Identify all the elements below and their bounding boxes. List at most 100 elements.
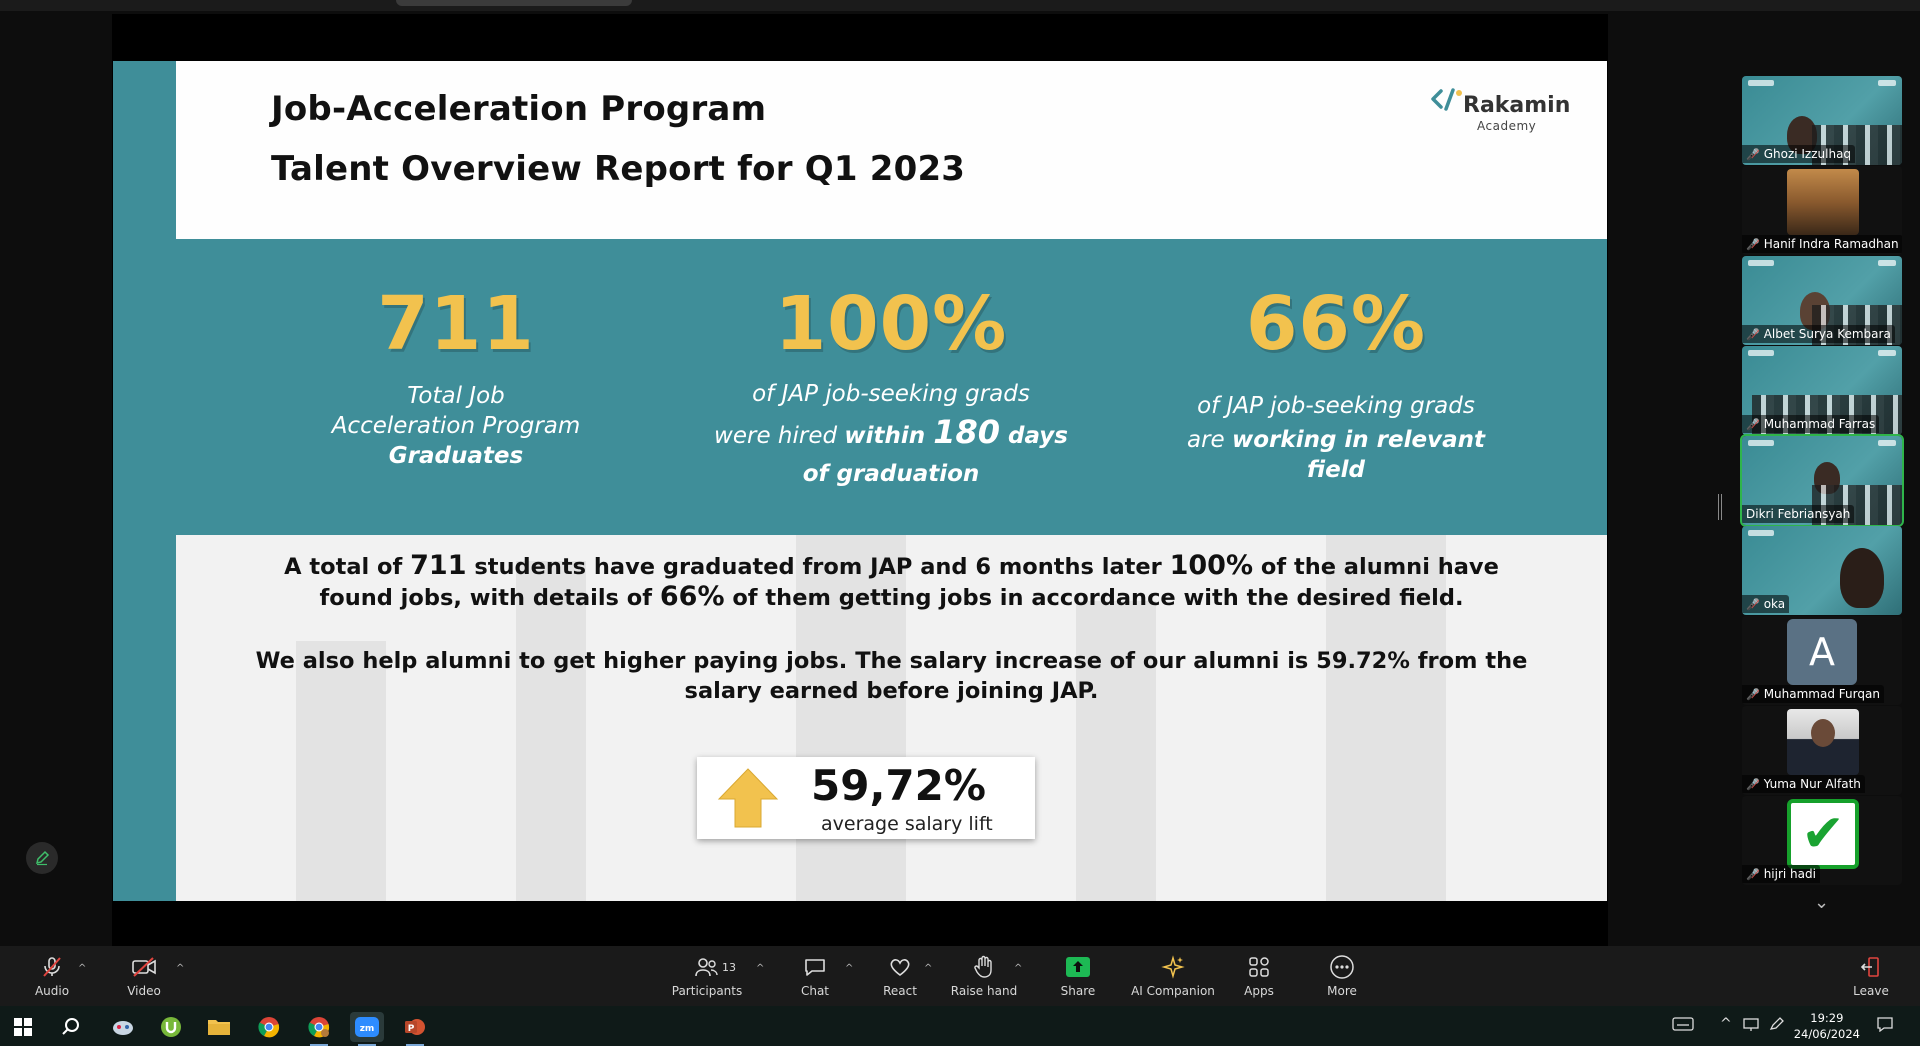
video-options-caret[interactable]: ^ xyxy=(176,963,184,974)
share-button[interactable]: Share xyxy=(1060,946,1096,1006)
participant-tile[interactable]: ✔ 🎤̸ hijri hadi xyxy=(1742,796,1902,885)
game-app-icon[interactable] xyxy=(106,1012,140,1042)
stat-desc-line: are working in relevant xyxy=(1156,423,1516,457)
participants-options-caret[interactable]: ^ xyxy=(756,963,764,974)
taskbar-clock[interactable]: 19:29 24/06/2024 xyxy=(1794,1010,1860,1042)
stat-desc-text: were hired xyxy=(714,423,845,449)
participant-gallery: 🎤̸ Ghozi Izzulhaq 🎤̸ Hanif Indra Ramadhan … xyxy=(1740,74,1904,886)
react-button[interactable]: React xyxy=(882,946,918,1006)
participant-tile[interactable]: 🎤̸ Ghozi Izzulhaq xyxy=(1742,76,1902,165)
more-button[interactable]: More xyxy=(1326,946,1358,1006)
summary-text: students have graduated from JAP and 6 m… xyxy=(466,554,1170,580)
clock-time: 19:29 xyxy=(1810,1011,1844,1025)
chat-options-caret[interactable]: ^ xyxy=(845,963,853,974)
search-icon[interactable] xyxy=(54,1012,88,1042)
summary-line: found jobs, with details of 66% of them … xyxy=(176,582,1607,613)
meeting-toolbar: Audio ^ Video ^ Participants 13 ^ Chat ^ xyxy=(0,946,1920,1006)
participants-label: Participants xyxy=(671,984,743,998)
zoom-app-icon[interactable]: zm xyxy=(350,1012,384,1046)
gallery-scroll-down-icon[interactable]: ⌄ xyxy=(1814,892,1829,913)
utorrent-icon[interactable] xyxy=(154,1012,188,1042)
more-label: More xyxy=(1327,984,1357,998)
leave-label: Leave xyxy=(1853,984,1889,998)
video-label: Video xyxy=(127,984,161,998)
summary-text: of the alumni have xyxy=(1253,554,1499,580)
more-dots-icon xyxy=(1328,954,1356,980)
logo-name: Rakamin xyxy=(1463,93,1571,118)
participant-name-label: 🎤̸ Ghozi Izzulhaq xyxy=(1742,145,1856,163)
chat-button[interactable]: Chat xyxy=(800,946,830,1006)
presentation-slide: Job-Acceleration Program Talent Overview… xyxy=(113,61,1607,901)
stat-desc-bold: working in relevant xyxy=(1232,427,1485,453)
participant-name-label: 🎤̸ Muhammad Farras xyxy=(1742,415,1880,433)
slide-thumb-title xyxy=(1748,530,1774,536)
rakamin-logo: Rakamin Academy xyxy=(1429,87,1579,135)
participant-tile[interactable]: A 🎤̸ Muhammad Furqan xyxy=(1742,616,1902,705)
mic-muted-icon: 🎤̸ xyxy=(1746,597,1760,611)
file-explorer-icon[interactable] xyxy=(202,1012,236,1042)
summary-text: A total of xyxy=(284,554,411,580)
slide-title: Job-Acceleration Program xyxy=(271,89,767,129)
heart-icon xyxy=(886,954,914,980)
notifications-icon[interactable] xyxy=(1876,1016,1894,1036)
audio-button[interactable]: Audio xyxy=(32,946,72,1006)
salary-line: We also help alumni to get higher paying… xyxy=(255,648,1528,674)
view-tab-pill[interactable] xyxy=(396,0,632,6)
chrome-profile-icon[interactable] xyxy=(302,1012,336,1046)
participant-tile[interactable]: 🎤̸ oka xyxy=(1742,526,1902,615)
stat-desc-line: of JAP job-seeking grads xyxy=(1197,393,1475,419)
powerpoint-icon[interactable]: P xyxy=(398,1012,432,1046)
zoom-meeting-window: Job-Acceleration Program Talent Overview… xyxy=(0,0,1920,1046)
audio-options-caret[interactable]: ^ xyxy=(78,963,86,974)
video-button[interactable]: Video xyxy=(124,946,164,1006)
summary-paragraph: A total of 711 students have graduated f… xyxy=(176,551,1607,613)
slide-thumb-logo xyxy=(1878,440,1896,446)
stat-desc-line: Graduates xyxy=(388,443,524,469)
participant-tile[interactable]: 🎤̸ Muhammad Farras xyxy=(1742,346,1902,435)
chrome-icon[interactable] xyxy=(252,1012,286,1042)
stat-description: Total Job Acceleration Program Graduates xyxy=(306,381,606,471)
windows-start-icon[interactable] xyxy=(6,1012,40,1042)
participant-photo xyxy=(1787,169,1859,235)
pencil-icon xyxy=(35,850,50,866)
stats-band: 711 Total Job Acceleration Program Gradu… xyxy=(176,239,1607,535)
raise-hand-button[interactable]: Raise hand xyxy=(951,946,1017,1006)
slide-thumb-title xyxy=(1748,80,1774,86)
summary-number: 100% xyxy=(1169,550,1254,581)
leave-button[interactable]: Leave xyxy=(1853,946,1889,1006)
ai-companion-button[interactable]: AI Companion xyxy=(1131,946,1215,1006)
raise-hand-options-caret[interactable]: ^ xyxy=(1014,963,1022,974)
network-icon[interactable] xyxy=(1742,1016,1760,1036)
apps-label: Apps xyxy=(1244,984,1274,998)
pen-tray-icon[interactable] xyxy=(1768,1016,1786,1036)
participant-tile-active-speaker[interactable]: Dikri Febriansyah xyxy=(1740,434,1904,527)
svg-text:P: P xyxy=(408,1024,415,1034)
apps-icon xyxy=(1245,954,1273,980)
summary-text: found jobs, with details of xyxy=(319,585,660,611)
stat-desc-line: of graduation xyxy=(802,461,980,487)
participants-button[interactable]: Participants xyxy=(672,946,742,1006)
stat-desc-number: 180 xyxy=(933,413,1000,451)
participants-icon xyxy=(693,954,721,980)
stat-desc-bold: within xyxy=(844,423,934,449)
annotate-pencil-button[interactable] xyxy=(26,842,58,874)
leave-icon xyxy=(1857,954,1885,980)
mic-muted-icon: 🎤̸ xyxy=(1746,147,1760,161)
react-options-caret[interactable]: ^ xyxy=(924,963,932,974)
react-label: React xyxy=(883,984,917,998)
tray-chevron-up-icon[interactable]: ^ xyxy=(1720,1016,1732,1032)
share-screen-icon xyxy=(1064,954,1092,980)
apps-button[interactable]: Apps xyxy=(1244,946,1274,1006)
participant-tile[interactable]: 🎤̸ Albet Surya Kembara xyxy=(1742,256,1902,345)
mic-muted-icon: 🎤̸ xyxy=(1746,327,1760,341)
mic-muted-icon: 🎤̸ xyxy=(1746,687,1760,701)
panel-splitter-handle[interactable] xyxy=(1718,494,1722,520)
share-label: Share xyxy=(1060,984,1096,998)
stat-desc-line: Acceleration Program xyxy=(331,413,581,439)
slide-thumb-logo xyxy=(1878,80,1896,86)
participant-name: Muhammad Furqan xyxy=(1763,687,1880,701)
participant-tile[interactable]: 🎤̸ Yuma Nur Alfath xyxy=(1742,706,1902,795)
keyboard-layout-icon[interactable] xyxy=(1672,1016,1694,1036)
participant-tile[interactable]: 🎤̸ Hanif Indra Ramadhan xyxy=(1742,166,1902,255)
participant-name: Hanif Indra Ramadhan xyxy=(1763,237,1899,251)
